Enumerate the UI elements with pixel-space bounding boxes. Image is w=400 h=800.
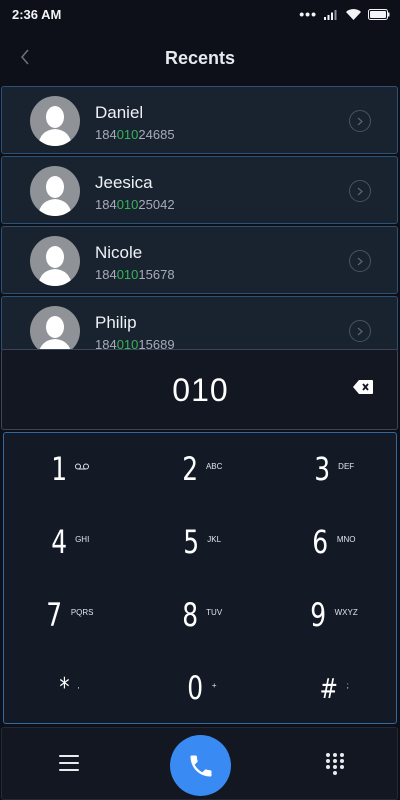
status-bar: 2:36 AM ••• xyxy=(0,0,400,28)
key-letters: , xyxy=(77,680,80,690)
key-letters: + xyxy=(211,680,217,690)
contact-row[interactable]: Jeesica 18401025042 xyxy=(1,156,398,224)
avatar xyxy=(30,306,80,350)
key-digit: 5 xyxy=(183,523,200,561)
key-letters: WXYZ xyxy=(334,607,358,617)
key-letters: MNO xyxy=(336,534,356,544)
backspace-icon xyxy=(353,380,373,394)
number-display: 010 xyxy=(1,349,398,430)
dialpad: 1 2 ABC 3 DEF 4 GHI 5 JKL 6 MNO 7 PQRS 8… xyxy=(3,432,397,724)
number-match: 010 xyxy=(116,197,139,212)
chevron-left-icon xyxy=(21,49,29,65)
dialpad-toggle-button[interactable] xyxy=(324,752,346,776)
contact-detail-button[interactable] xyxy=(349,320,371,342)
contact-number: 18401024685 xyxy=(95,127,175,142)
contact-row[interactable]: Daniel 18401024685 xyxy=(1,86,398,154)
key-letters: JKL xyxy=(207,534,222,544)
contact-row[interactable]: Philip 18401015689 xyxy=(1,296,398,350)
contact-name: Daniel xyxy=(95,103,144,122)
back-button[interactable] xyxy=(14,46,36,68)
avatar xyxy=(30,96,80,146)
key-digit: # xyxy=(319,671,339,705)
contact-detail-button[interactable] xyxy=(349,180,371,202)
chevron-right-icon xyxy=(357,327,363,335)
key-6[interactable]: 6 MNO xyxy=(268,506,398,578)
wifi-icon xyxy=(346,8,361,20)
key-digit: 0 xyxy=(187,669,204,707)
key-letters: ABC xyxy=(205,461,223,471)
key-1[interactable]: 1 xyxy=(4,433,134,505)
contact-row[interactable]: Nicole 18401015678 xyxy=(1,226,398,294)
key-5[interactable]: 5 JKL xyxy=(136,506,266,578)
more-dots-icon: ••• xyxy=(299,6,317,22)
key-star[interactable]: * , xyxy=(4,652,134,724)
status-time: 2:36 AM xyxy=(12,6,62,22)
key-digit: 1 xyxy=(51,450,67,488)
bottom-bar xyxy=(1,727,398,800)
chevron-right-icon xyxy=(357,117,363,125)
key-digit: 3 xyxy=(314,450,330,488)
header: Recents xyxy=(0,38,400,78)
contact-name: Nicole xyxy=(95,243,143,262)
menu-icon xyxy=(59,755,79,757)
call-button[interactable] xyxy=(170,735,231,796)
key-letters: DEF xyxy=(338,461,355,471)
avatar xyxy=(30,236,80,286)
key-digit: 7 xyxy=(46,596,63,634)
key-0[interactable]: 0 + xyxy=(136,652,266,724)
avatar xyxy=(30,166,80,216)
chevron-right-icon xyxy=(357,257,363,265)
status-icons: ••• xyxy=(299,7,390,21)
voicemail-icon xyxy=(75,463,90,470)
key-letters: ; xyxy=(346,680,349,690)
key-letters: GHI xyxy=(75,534,90,544)
key-8[interactable]: 8 TUV xyxy=(136,579,266,651)
key-digit: * xyxy=(59,673,70,703)
phone-icon xyxy=(190,755,211,776)
menu-button[interactable] xyxy=(58,752,80,774)
key-digit: 2 xyxy=(181,450,198,488)
key-9[interactable]: 9 WXYZ xyxy=(268,579,398,651)
key-digit: 6 xyxy=(312,523,329,561)
key-4[interactable]: 4 GHI xyxy=(4,506,134,578)
key-digit: 9 xyxy=(310,596,327,634)
signal-icon xyxy=(324,9,339,20)
contact-number: 18401015678 xyxy=(95,267,175,282)
contact-number: 18401025042 xyxy=(95,197,175,212)
entered-number: 010 xyxy=(172,372,229,408)
recents-list: Daniel 18401024685 Jeesica 18401025042 N… xyxy=(0,86,400,350)
chevron-right-icon xyxy=(357,187,363,195)
dialpad-icon xyxy=(326,753,344,775)
key-letters: PQRS xyxy=(70,607,94,617)
contact-detail-button[interactable] xyxy=(349,110,371,132)
key-digit: 4 xyxy=(50,523,67,561)
backspace-button[interactable] xyxy=(351,378,375,396)
contact-name: Philip xyxy=(95,313,137,332)
battery-icon xyxy=(368,8,390,20)
key-3[interactable]: 3 DEF xyxy=(268,433,398,505)
key-letters: TUV xyxy=(206,607,223,617)
number-match: 010 xyxy=(116,267,139,282)
contact-detail-button[interactable] xyxy=(349,250,371,272)
key-digit: 8 xyxy=(182,596,198,634)
number-match: 010 xyxy=(116,127,139,142)
key-hash[interactable]: # ; xyxy=(268,652,398,724)
page-title: Recents xyxy=(164,47,236,68)
key-7[interactable]: 7 PQRS xyxy=(4,579,134,651)
contact-name: Jeesica xyxy=(95,173,153,192)
key-2[interactable]: 2 ABC xyxy=(136,433,266,505)
